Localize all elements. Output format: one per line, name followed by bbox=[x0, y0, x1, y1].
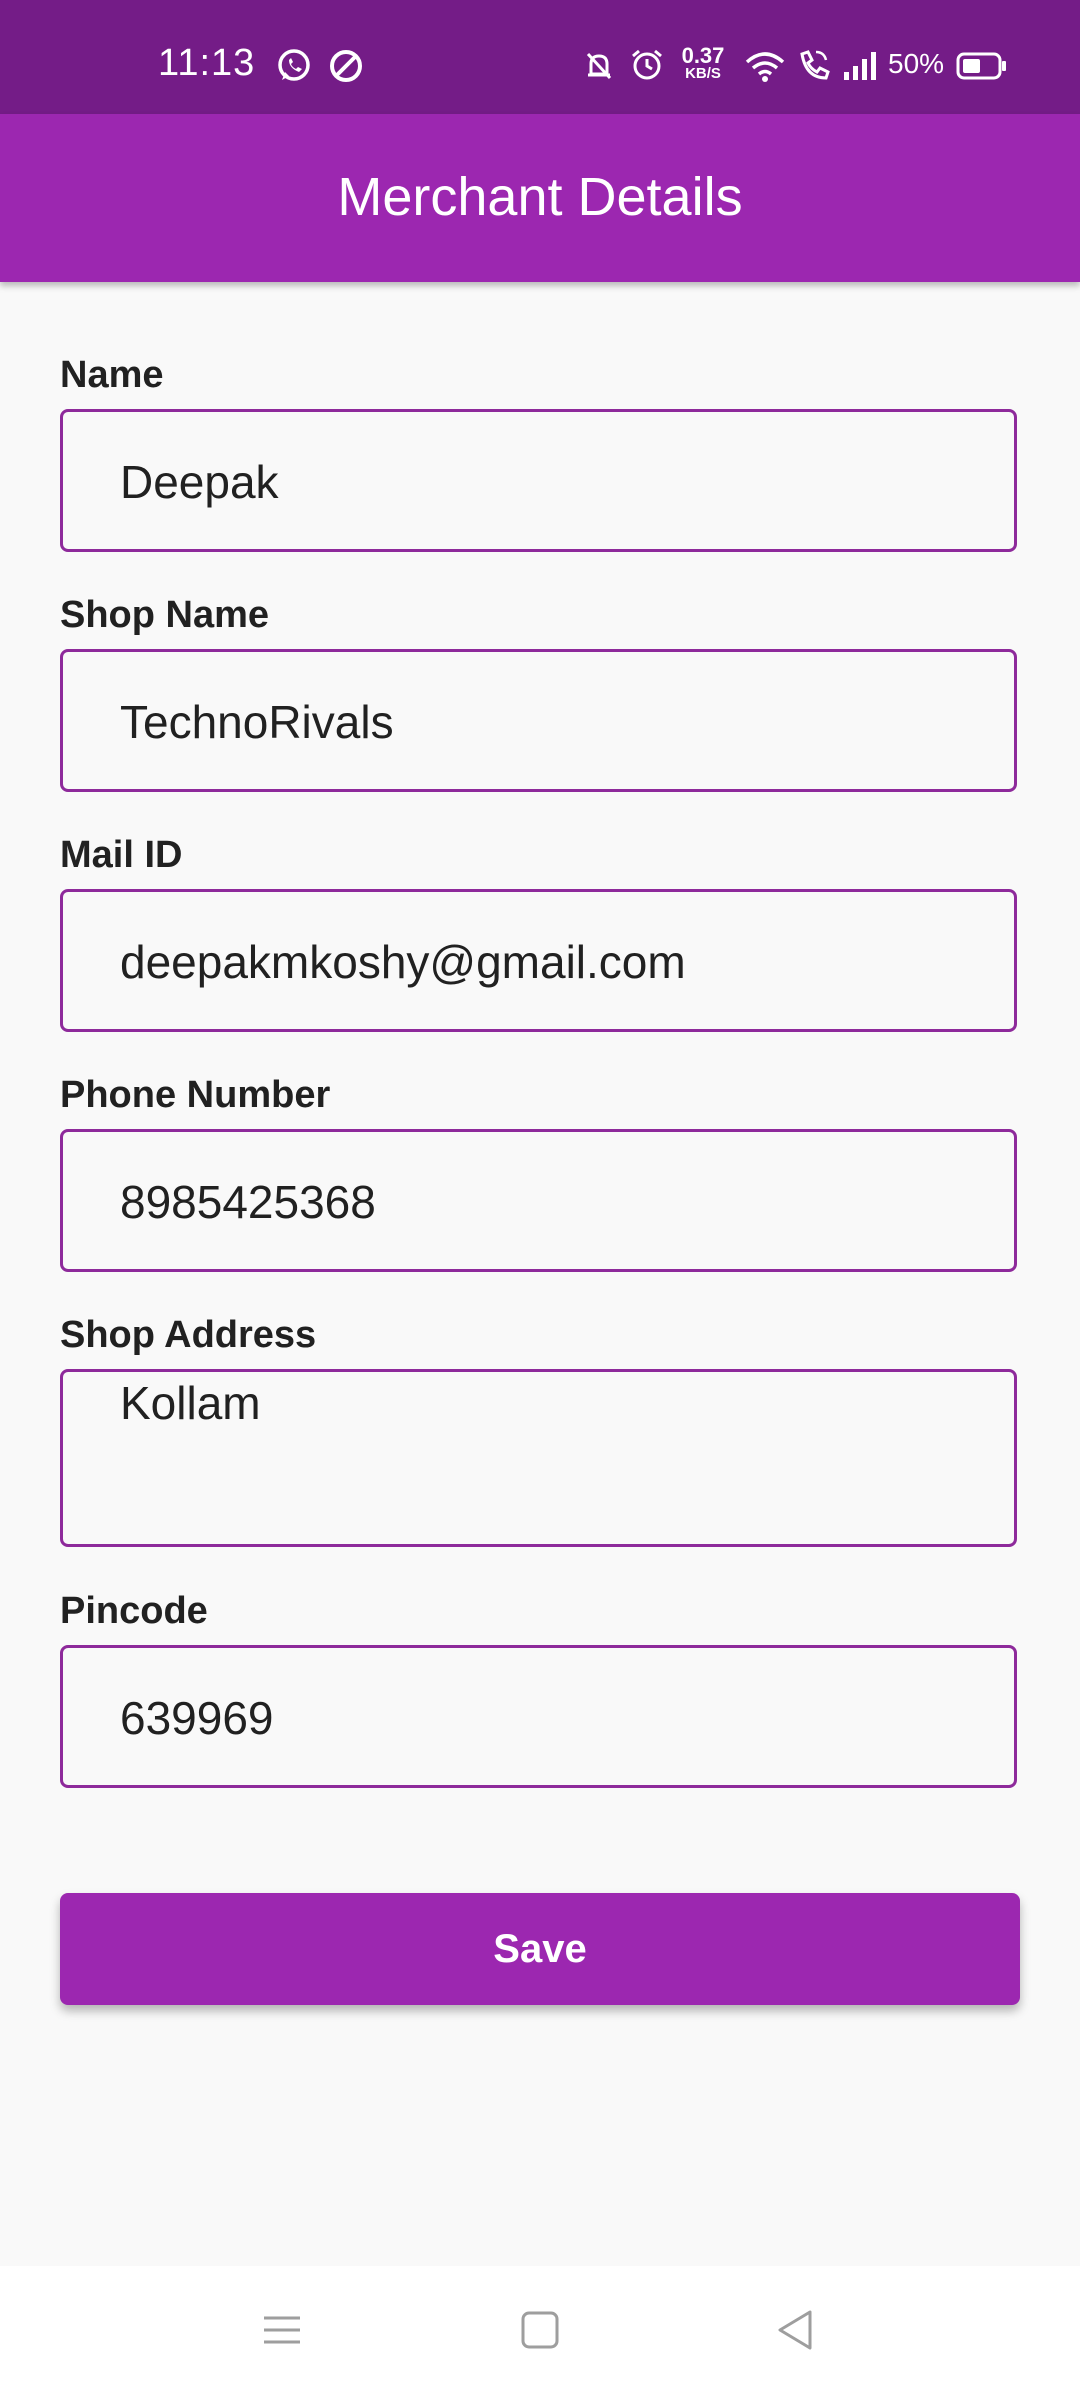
menu-icon[interactable] bbox=[262, 2310, 302, 2350]
page-title: Merchant Details bbox=[337, 167, 743, 227]
shop-address-field[interactable]: Kollam bbox=[60, 1369, 1017, 1547]
name-value: Deepak bbox=[120, 456, 279, 508]
mail-id-label: Mail ID bbox=[60, 834, 183, 876]
app-bar: Merchant Details bbox=[0, 114, 1080, 282]
name-label: Name bbox=[60, 354, 164, 396]
shop-name-value: TechnoRivals bbox=[120, 696, 394, 748]
battery-percentage: 50% bbox=[888, 48, 945, 79]
battery-icon bbox=[956, 52, 1006, 80]
status-time: 11:13 bbox=[158, 42, 256, 84]
phone-number-field[interactable]: 8985425368 bbox=[60, 1129, 1017, 1272]
navigation-bar bbox=[0, 2266, 1080, 2400]
shop-name-label: Shop Name bbox=[60, 594, 270, 636]
mail-id-value: deepakmkoshy@gmail.com bbox=[120, 936, 686, 988]
network-speed: 0.37 KB/S bbox=[681, 43, 725, 82]
shop-address-value: Kollam bbox=[120, 1377, 261, 1429]
phone-number-label: Phone Number bbox=[60, 1074, 331, 1116]
wifi-calling-icon bbox=[800, 50, 830, 80]
name-field[interactable]: Deepak bbox=[60, 409, 1017, 552]
whatsapp-icon bbox=[278, 49, 310, 81]
do-not-disturb-icon bbox=[330, 50, 362, 82]
mute-bell-icon bbox=[586, 52, 612, 80]
mail-id-field[interactable]: deepakmkoshy@gmail.com bbox=[60, 889, 1017, 1032]
save-button-label: Save bbox=[493, 1926, 587, 1971]
home-icon[interactable] bbox=[520, 2310, 560, 2350]
signal-icon bbox=[844, 52, 876, 80]
wifi-icon bbox=[745, 52, 785, 82]
phone-number-value: 8985425368 bbox=[120, 1176, 376, 1228]
shop-address-label: Shop Address bbox=[60, 1314, 317, 1356]
pincode-label: Pincode bbox=[60, 1590, 208, 1632]
save-button[interactable]: Save bbox=[60, 1893, 1020, 2005]
pincode-value: 639969 bbox=[120, 1692, 274, 1744]
back-icon[interactable] bbox=[774, 2308, 816, 2352]
pincode-field[interactable]: 639969 bbox=[60, 1645, 1017, 1788]
shop-name-field[interactable]: TechnoRivals bbox=[60, 649, 1017, 792]
status-bar: 11:13 0.37 KB/S 50% bbox=[0, 0, 1080, 114]
alarm-icon bbox=[632, 49, 662, 80]
